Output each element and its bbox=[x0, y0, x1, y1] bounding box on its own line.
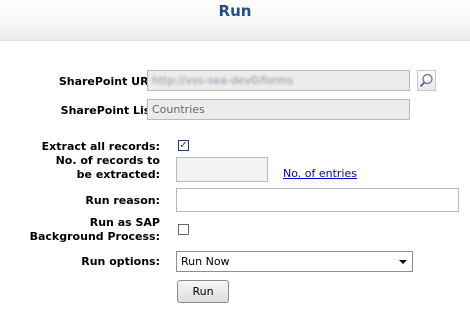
run-button[interactable]: Run bbox=[177, 280, 229, 303]
sap-background-label-line2: Background Process: bbox=[29, 230, 160, 243]
check-icon: ✓ bbox=[179, 140, 188, 151]
run-reason-label: Run reason: bbox=[85, 194, 160, 207]
run-reason-input[interactable] bbox=[176, 188, 459, 212]
sap-background-label-line1: Run as SAP bbox=[89, 216, 160, 229]
sharepoint-url-value: http://vss-sea-dev0/forms bbox=[152, 74, 294, 87]
run-options-select[interactable]: Run Now bbox=[176, 251, 413, 272]
sharepoint-list-field[interactable]: Countries bbox=[147, 99, 410, 120]
extract-all-checkbox[interactable]: ✓ bbox=[178, 140, 189, 151]
num-entries-link[interactable]: No. of entries bbox=[283, 167, 357, 180]
sharepoint-url-field[interactable]: http://vss-sea-dev0/forms bbox=[147, 70, 410, 91]
sap-background-checkbox[interactable] bbox=[178, 224, 189, 235]
num-records-label-line2: be extracted: bbox=[76, 168, 160, 181]
page-header: Run bbox=[0, 0, 470, 41]
extract-all-label: Extract all records: bbox=[41, 140, 160, 153]
search-button[interactable] bbox=[417, 70, 436, 91]
search-icon bbox=[419, 73, 433, 88]
run-options-label: Run options: bbox=[81, 255, 160, 268]
chevron-down-icon bbox=[399, 260, 407, 264]
num-records-label-line1: No. of records to bbox=[55, 154, 160, 167]
run-options-value: Run Now bbox=[181, 255, 230, 268]
sharepoint-list-label: SharePoint List: bbox=[60, 104, 160, 117]
sharepoint-url-label: SharePoint URL: bbox=[58, 75, 160, 88]
num-records-input[interactable] bbox=[176, 157, 268, 182]
page-title: Run bbox=[218, 2, 252, 20]
